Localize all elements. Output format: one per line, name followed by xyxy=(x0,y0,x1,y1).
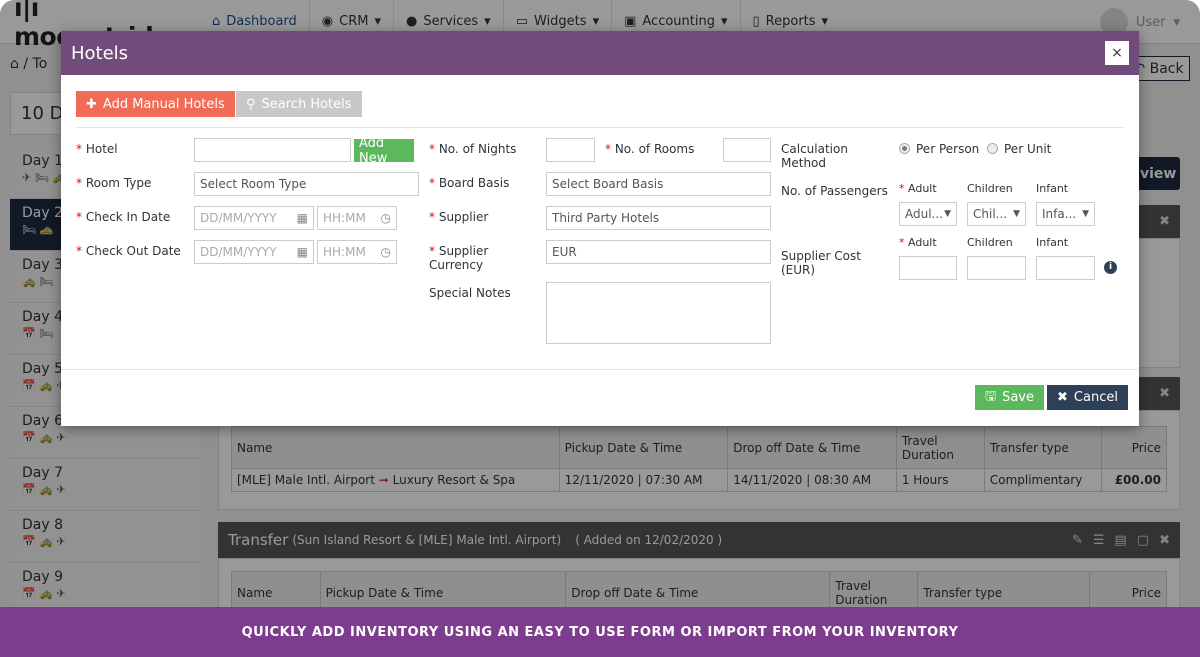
check-out-label: * Check Out Date xyxy=(76,244,181,258)
children-cost-label: Children xyxy=(967,236,1013,249)
tab-label: Search Hotels xyxy=(261,96,352,112)
cancel-button[interactable]: ✖ Cancel xyxy=(1047,385,1128,410)
search-hotels-tab[interactable]: ⚲ Search Hotels xyxy=(236,91,362,117)
children-cost-input[interactable] xyxy=(967,256,1026,280)
infant-label: Infant xyxy=(1036,182,1069,195)
save-label: Save xyxy=(1002,390,1034,405)
check-in-date-input[interactable]: DD/MM/YYYY ▦ xyxy=(194,206,314,230)
children-label: Children xyxy=(967,182,1013,195)
room-type-select[interactable]: Select Room Type xyxy=(194,172,419,196)
adult-cost-label: * Adult xyxy=(899,236,937,249)
rooms-label: * No. of Rooms xyxy=(605,142,695,156)
adult-label: * Adult xyxy=(899,182,937,195)
adult-cost-input[interactable] xyxy=(899,256,957,280)
passengers-label: No. of Passengers xyxy=(781,184,888,198)
modal-title: Hotels xyxy=(71,42,129,64)
clock-icon: ◷ xyxy=(380,245,391,259)
currency-select[interactable]: EUR xyxy=(546,240,771,264)
check-out-time-input[interactable]: HH:MM ◷ xyxy=(317,240,397,264)
tab-label: Add Manual Hotels xyxy=(102,96,225,112)
caret-down-icon: ▼ xyxy=(1013,209,1020,219)
add-manual-hotels-tab[interactable]: ✚ Add Manual Hotels xyxy=(76,91,235,117)
caret-down-icon: ▼ xyxy=(944,209,951,219)
save-button[interactable]: 🖫 Save xyxy=(975,385,1044,410)
infant-select[interactable]: Infa... ▼ xyxy=(1036,202,1095,226)
save-icon: 🖫 xyxy=(985,388,997,404)
special-notes-textarea[interactable] xyxy=(546,282,771,344)
calc-method-label: Calculation Method xyxy=(781,142,848,170)
hotel-input[interactable] xyxy=(194,138,351,162)
plus-icon: ✚ xyxy=(86,96,97,112)
nights-input[interactable] xyxy=(546,138,595,162)
calendar-icon: ▦ xyxy=(296,211,308,225)
close-icon: ✖ xyxy=(1057,390,1068,405)
rooms-input[interactable] xyxy=(723,138,771,162)
promo-banner: QUICKLY ADD INVENTORY USING AN EASY TO U… xyxy=(0,607,1200,657)
footer-divider xyxy=(61,369,1139,370)
supplier-select[interactable]: Third Party Hotels xyxy=(546,206,771,230)
radio-checked-icon xyxy=(899,143,910,154)
check-in-label: * Check In Date xyxy=(76,210,171,224)
adult-select[interactable]: Adul... ▼ xyxy=(899,202,957,226)
radio-icon xyxy=(987,143,998,154)
close-button[interactable]: × xyxy=(1105,41,1129,65)
supplier-cost-label: Supplier Cost (EUR) xyxy=(781,249,861,277)
per-unit-radio[interactable]: Per Unit xyxy=(987,142,1051,156)
search-icon: ⚲ xyxy=(246,96,256,112)
nights-label: * No. of Nights xyxy=(429,142,517,156)
caret-down-icon: ▼ xyxy=(1082,209,1089,219)
cancel-label: Cancel xyxy=(1073,390,1118,405)
board-basis-select[interactable]: Select Board Basis xyxy=(546,172,771,196)
modal-header: Hotels × xyxy=(61,31,1139,75)
hotel-label: * Hotel xyxy=(76,142,118,156)
infant-cost-input[interactable] xyxy=(1036,256,1095,280)
board-basis-label: * Board Basis xyxy=(429,176,510,190)
supplier-label: * Supplier xyxy=(429,210,489,224)
currency-label: * Supplier Currency xyxy=(429,244,489,272)
room-type-label: * Room Type xyxy=(76,176,152,190)
add-new-hotel-button[interactable]: Add New xyxy=(354,136,414,166)
info-icon[interactable]: i xyxy=(1104,261,1117,274)
children-select[interactable]: Chil... ▼ xyxy=(967,202,1026,226)
clock-icon: ◷ xyxy=(380,211,391,225)
check-out-date-input[interactable]: DD/MM/YYYY ▦ xyxy=(194,240,314,264)
infant-cost-label: Infant xyxy=(1036,236,1069,249)
notes-label: Special Notes xyxy=(429,286,511,300)
check-in-time-input[interactable]: HH:MM ◷ xyxy=(317,206,397,230)
per-person-radio[interactable]: Per Person xyxy=(899,142,979,156)
hotels-modal: Hotels × ✚ Add Manual Hotels ⚲ Search Hote… xyxy=(61,31,1139,426)
divider xyxy=(76,127,1124,128)
calendar-icon: ▦ xyxy=(296,245,308,259)
